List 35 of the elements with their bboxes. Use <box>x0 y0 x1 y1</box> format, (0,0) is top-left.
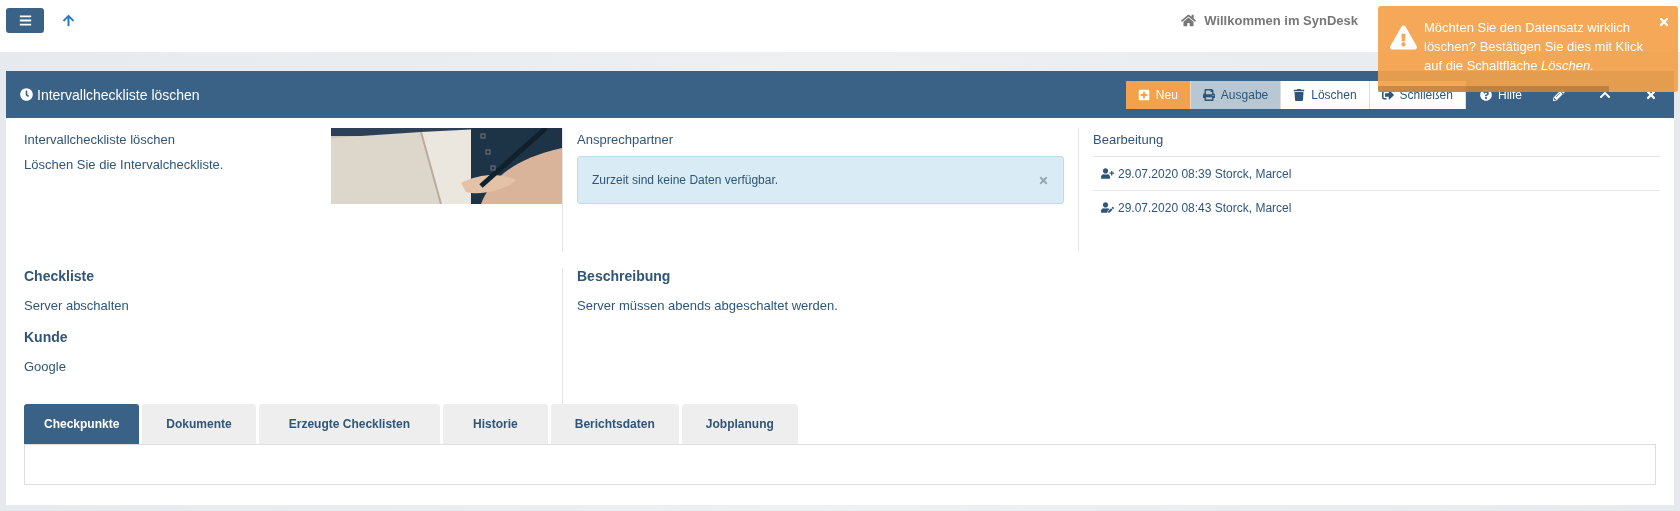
info-text: Löschen Sie die Intervalcheckliste. <box>24 157 225 172</box>
field-label: Beschreibung <box>577 268 672 284</box>
plus-icon <box>1137 88 1150 101</box>
welcome-text: Willkommen im SynDesk <box>1204 12 1358 28</box>
info-alert: Zurzeit sind keine Daten verfügbar. <box>577 156 1064 204</box>
print-button[interactable]: Ausgabe <box>1190 80 1282 109</box>
field-value: Google <box>24 359 67 374</box>
info-heading: Intervallcheckliste löschen <box>24 132 177 147</box>
tab[interactable]: Dokumente <box>142 404 256 444</box>
tab[interactable]: Historie <box>443 404 548 444</box>
toast-message: Möchten Sie den Datensatz wirklich löschen? Bestätigen Sie dies mit Klick auf die Schaltfläche Löschen. <box>1424 20 1643 73</box>
printer-icon <box>1202 88 1215 101</box>
history-entry: 29.07.2020 08:43 Storck, Marcel <box>1118 200 1292 215</box>
trash-icon <box>1293 88 1306 101</box>
field-label: Kunde <box>24 329 69 345</box>
menu-icon <box>18 13 32 27</box>
field-value: Server abschalten <box>24 298 130 313</box>
panel-title: Intervallcheckliste löschen <box>37 86 200 103</box>
delete-button[interactable]: Löschen <box>1281 80 1370 109</box>
home-icon <box>1181 12 1197 28</box>
history-entry: 29.07.2020 08:39 Storck, Marcel <box>1118 166 1292 181</box>
user-plus-icon <box>1101 167 1114 180</box>
field-label: Checkliste <box>24 268 96 284</box>
tab[interactable]: Erzeugte Checklisten <box>258 404 441 444</box>
menu-button[interactable] <box>6 7 44 33</box>
contact-heading: Ansprechpartner <box>577 132 675 147</box>
warning-icon <box>1390 24 1417 51</box>
tab[interactable]: Jobplanung <box>681 404 798 444</box>
user-edit-icon <box>1101 201 1114 214</box>
arrow-up-icon[interactable] <box>62 13 75 27</box>
history-heading: Bearbeitung <box>1093 132 1165 147</box>
clock-icon <box>20 88 33 101</box>
field-value: Server müssen abends abgeschaltet werden. <box>577 298 839 313</box>
tab[interactable]: Berichtsdaten <box>550 404 679 444</box>
tab[interactable]: Checkpunkte <box>24 404 140 444</box>
